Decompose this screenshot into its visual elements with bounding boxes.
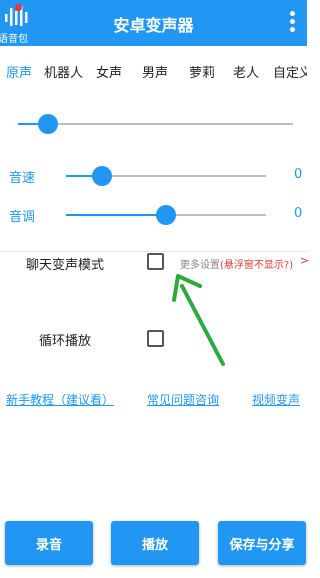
voice-tabs: 原声 机器人 女声 男声 萝莉 老人 自定义 <box>0 62 307 86</box>
tab-female[interactable]: 女声 <box>96 62 122 81</box>
main-slider-thumb[interactable] <box>38 114 59 134</box>
tab-robot[interactable]: 机器人 <box>44 62 83 81</box>
main-slider[interactable] <box>18 114 293 134</box>
more-menu-icon[interactable] <box>287 9 297 37</box>
video-voice-link[interactable]: 视频变声 <box>252 391 300 408</box>
tab-original[interactable]: 原声 <box>6 62 32 81</box>
pitch-label: 音调 <box>9 210 36 225</box>
speed-label: 音速 <box>9 171 36 186</box>
pitch-slider-fill <box>66 214 166 216</box>
annotation-arrow-icon <box>172 274 225 366</box>
tab-custom[interactable]: 自定义 <box>273 62 307 81</box>
tab-loli[interactable]: 萝莉 <box>189 62 215 81</box>
record-button[interactable]: 录音 <box>5 521 93 565</box>
loop-play-checkbox[interactable] <box>147 330 164 347</box>
tab-male[interactable]: 男声 <box>142 62 168 81</box>
tutorial-link[interactable]: 新手教程（建议看） <box>6 391 114 408</box>
floating-window-hint: (悬浮窗不显示?) <box>220 260 294 271</box>
divider <box>0 251 307 252</box>
save-share-button[interactable]: 保存与分享 <box>218 521 306 565</box>
play-button[interactable]: 播放 <box>111 521 199 565</box>
speed-slider[interactable] <box>66 166 266 186</box>
pitch-slider[interactable] <box>66 205 266 225</box>
app-header: 语音包 安卓变声器 <box>0 0 307 46</box>
more-settings-link[interactable]: 更多设置(悬浮窗不显示?) <box>180 256 293 271</box>
pitch-value: 0 <box>294 206 303 221</box>
notification-dot <box>15 4 22 11</box>
pitch-slider-thumb[interactable] <box>156 205 176 225</box>
chat-mode-checkbox[interactable] <box>147 253 164 270</box>
loop-play-label: 循环播放 <box>39 334 92 349</box>
tab-elder[interactable]: 老人 <box>233 62 259 81</box>
faq-link[interactable]: 常见问题咨询 <box>147 391 219 408</box>
page-title: 安卓变声器 <box>113 16 194 35</box>
chevron-right-icon[interactable]: > <box>300 254 309 267</box>
speed-value: 0 <box>294 167 303 182</box>
speed-slider-thumb[interactable] <box>92 166 112 186</box>
chat-mode-label: 聊天变声模式 <box>26 258 105 273</box>
